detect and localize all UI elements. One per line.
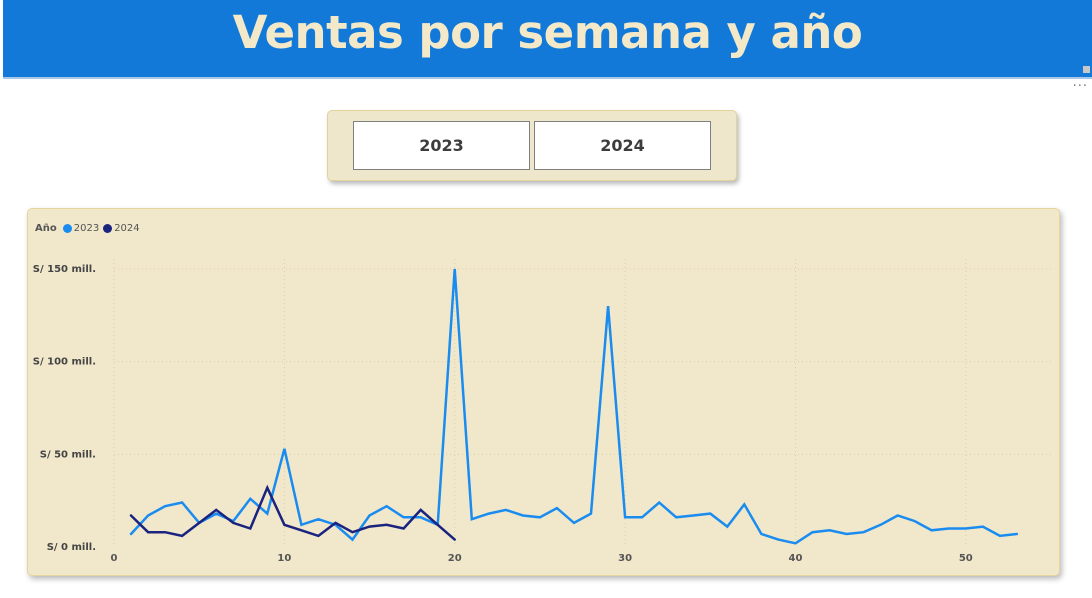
x-tick-label: 50 (959, 553, 973, 564)
page-title: Ventas por semana y año (232, 6, 863, 59)
sales-line-chart: Año 2023 2024 S/ 0 mill. S/ 50 mill. S/ 10… (27, 208, 1060, 576)
more-options-icon[interactable]: ··· (1073, 80, 1088, 93)
report-header: Ventas por semana y año (3, 0, 1092, 79)
x-tick-label: 20 (448, 553, 462, 564)
x-tick-label: 40 (788, 553, 802, 564)
x-tick-label: 0 (111, 553, 118, 564)
x-tick-label: 10 (277, 553, 291, 564)
series-line-2024 (129, 484, 456, 541)
y-tick-label: S/ 0 mill. (47, 542, 96, 553)
slicer-button-2023[interactable]: 2023 (353, 121, 530, 170)
year-slicer: 2023 2024 (327, 110, 737, 181)
resize-handle[interactable] (1083, 66, 1090, 73)
y-tick-label: S/ 50 mill. (40, 449, 96, 460)
y-tick-label: S/ 100 mill. (33, 357, 96, 368)
plot-area: S/ 0 mill. S/ 50 mill. S/ 100 mill. S/ 150 … (33, 259, 1051, 564)
series-line-2023 (129, 268, 1019, 545)
slicer-button-2024[interactable]: 2024 (534, 121, 711, 170)
y-tick-label: S/ 150 mill. (33, 264, 96, 275)
x-tick-label: 30 (618, 553, 632, 564)
